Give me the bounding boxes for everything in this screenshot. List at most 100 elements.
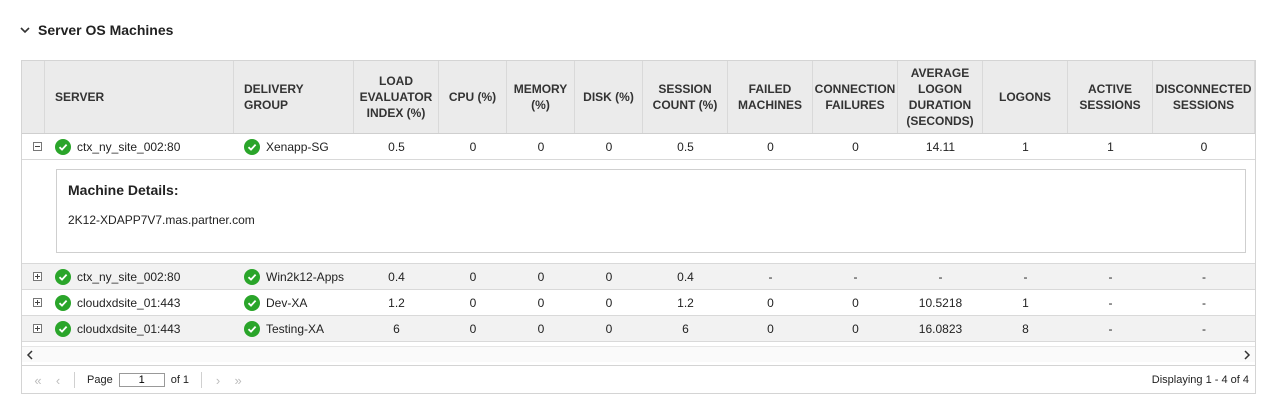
logons-cell: - [1023,269,1028,284]
disconnected-sessions-cell: 0 [1200,139,1208,154]
cpu-cell: 0 [469,295,477,310]
column-header-session-count[interactable]: SESSION COUNT (%) [643,61,728,133]
cpu-cell: 0 [469,269,477,284]
active-sessions-cell: 1 [1107,139,1114,154]
check-circle-icon [244,294,260,311]
table-row[interactable]: cloudxdsite_01:443 Dev-XA 1.2 0 0 0 1.2 … [22,290,1255,316]
expand-icon[interactable] [33,324,42,333]
session-count-cell: 1.2 [677,295,694,310]
server-name: ctx_ny_site_002:80 [77,139,181,154]
memory-cell: 0 [537,139,545,154]
column-header-logons[interactable]: LOGONS [983,61,1068,133]
connection-failures-cell: 0 [852,139,859,154]
paging-display-text: Displaying 1 - 4 of 4 [1151,374,1249,386]
column-header-delivery-group[interactable]: DELIVERY GROUP [234,61,354,133]
disk-cell: 0 [605,295,613,310]
first-page-icon[interactable]: « [28,370,48,390]
delivery-group-cell: Dev-XA [234,290,354,315]
prev-page-icon[interactable]: ‹ [48,370,68,390]
next-page-icon[interactable]: › [208,370,228,390]
pager-separator [74,372,75,388]
average-logon-duration-cell: 14.11 [925,139,956,154]
delivery-group-cell: Xenapp-SG [234,134,354,159]
grid-header-row: SERVER DELIVERY GROUP LOAD EVALUATOR IND… [22,61,1255,134]
disconnected-sessions-cell: - [1202,269,1206,284]
machine-details-title: Machine Details: [68,182,179,198]
column-header-active-sessions[interactable]: ACTIVE SESSIONS [1068,61,1153,133]
active-sessions-cell: - [1108,295,1113,310]
average-logon-duration-cell: 10.5218 [918,295,963,310]
server-os-machines-grid: SERVER DELIVERY GROUP LOAD EVALUATOR IND… [21,60,1256,394]
server-os-machines-panel-header[interactable]: Server OS Machines [20,20,173,40]
row-expander[interactable] [22,316,45,341]
expand-icon[interactable] [33,298,42,307]
pager-separator [201,372,203,388]
logons-cell: 1 [1022,295,1029,310]
check-circle-icon [244,268,260,285]
session-count-cell: 0.4 [677,269,694,284]
column-header-expander [22,61,45,133]
delivery-group-name: Win2k12-Apps [266,269,345,284]
server-name: cloudxdsite_01:443 [77,321,181,336]
delivery-group-name: Xenapp-SG [266,139,329,154]
average-logon-duration-cell: - [938,269,943,284]
memory-cell: 0 [537,295,545,310]
delivery-group-cell: Win2k12-Apps [234,264,354,289]
column-header-cpu[interactable]: CPU (%) [439,61,507,133]
column-header-server[interactable]: SERVER [45,61,234,133]
scroll-left-icon[interactable] [25,350,35,360]
column-header-connection-failures[interactable]: CONNECTION FAILURES [813,61,898,133]
average-logon-duration-cell: 16.0823 [918,321,963,336]
check-circle-icon [55,294,71,311]
disk-cell: 0 [605,139,613,154]
page-label: Page [87,374,113,386]
disk-cell: 0 [605,269,613,284]
load-evaluator-index-cell: 0.4 [388,269,405,284]
server-cell: cloudxdsite_01:443 [45,316,234,341]
row-expander[interactable] [22,264,45,289]
column-header-failed-machines[interactable]: FAILED MACHINES [728,61,813,133]
memory-cell: 0 [537,269,545,284]
page-number-input[interactable] [118,373,165,387]
disconnected-sessions-cell: - [1202,295,1206,310]
column-header-disconnected-sessions[interactable]: DISCONNECTED SESSIONS [1153,61,1255,133]
table-row[interactable]: cloudxdsite_01:443 Testing-XA 6 0 0 0 6 … [22,316,1255,342]
column-header-memory[interactable]: MEMORY (%) [507,61,575,133]
row-details-area: Machine Details: 2K12-XDAPP7V7.mas.partn… [22,160,1255,264]
table-row[interactable]: ctx_ny_site_002:80 Win2k12-Apps 0.4 0 0 … [22,264,1255,290]
pagination-toolbar: « ‹ Page of 1 › » Displaying 1 - 4 of 4 [22,365,1255,393]
server-cell: ctx_ny_site_002:80 [45,264,234,289]
active-sessions-cell: - [1108,269,1113,284]
cpu-cell: 0 [469,321,477,336]
failed-machines-cell: - [768,269,773,284]
column-header-disk[interactable]: DISK (%) [575,61,643,133]
collapse-icon[interactable] [33,142,42,151]
disk-cell: 0 [605,321,613,336]
machine-details-box: Machine Details: 2K12-XDAPP7V7.mas.partn… [56,169,1246,253]
load-evaluator-index-cell: 0.5 [388,139,405,154]
machine-details-hostname: 2K12-XDAPP7V7.mas.partner.com [68,213,255,227]
check-circle-icon [55,138,71,155]
logons-cell: 1 [1022,139,1029,154]
column-header-average-logon-duration[interactable]: AVERAGE LOGON DURATION (SECONDS) [898,61,983,133]
table-row[interactable]: ctx_ny_site_002:80 Xenapp-SG 0.5 0 0 0 0… [22,134,1255,160]
session-count-cell: 0.5 [677,139,694,154]
server-cell: ctx_ny_site_002:80 [45,134,234,159]
load-evaluator-index-cell: 6 [393,321,400,336]
row-expander[interactable] [22,290,45,315]
failed-machines-cell: 0 [767,295,774,310]
delivery-group-name: Dev-XA [266,295,308,310]
chevron-down-icon[interactable] [20,25,30,35]
column-header-load-evaluator-index[interactable]: LOAD EVALUATOR INDEX (%) [354,61,439,133]
row-expander[interactable] [22,134,45,159]
horizontal-scrollbar[interactable] [22,346,1255,362]
panel-title: Server OS Machines [38,22,174,38]
load-evaluator-index-cell: 1.2 [388,295,405,310]
connection-failures-cell: 0 [852,295,859,310]
disconnected-sessions-cell: - [1202,321,1206,336]
server-name: ctx_ny_site_002:80 [77,269,181,284]
server-cell: cloudxdsite_01:443 [45,290,234,315]
expand-icon[interactable] [33,272,42,281]
scroll-right-icon[interactable] [1242,350,1252,360]
last-page-icon[interactable]: » [228,370,248,390]
